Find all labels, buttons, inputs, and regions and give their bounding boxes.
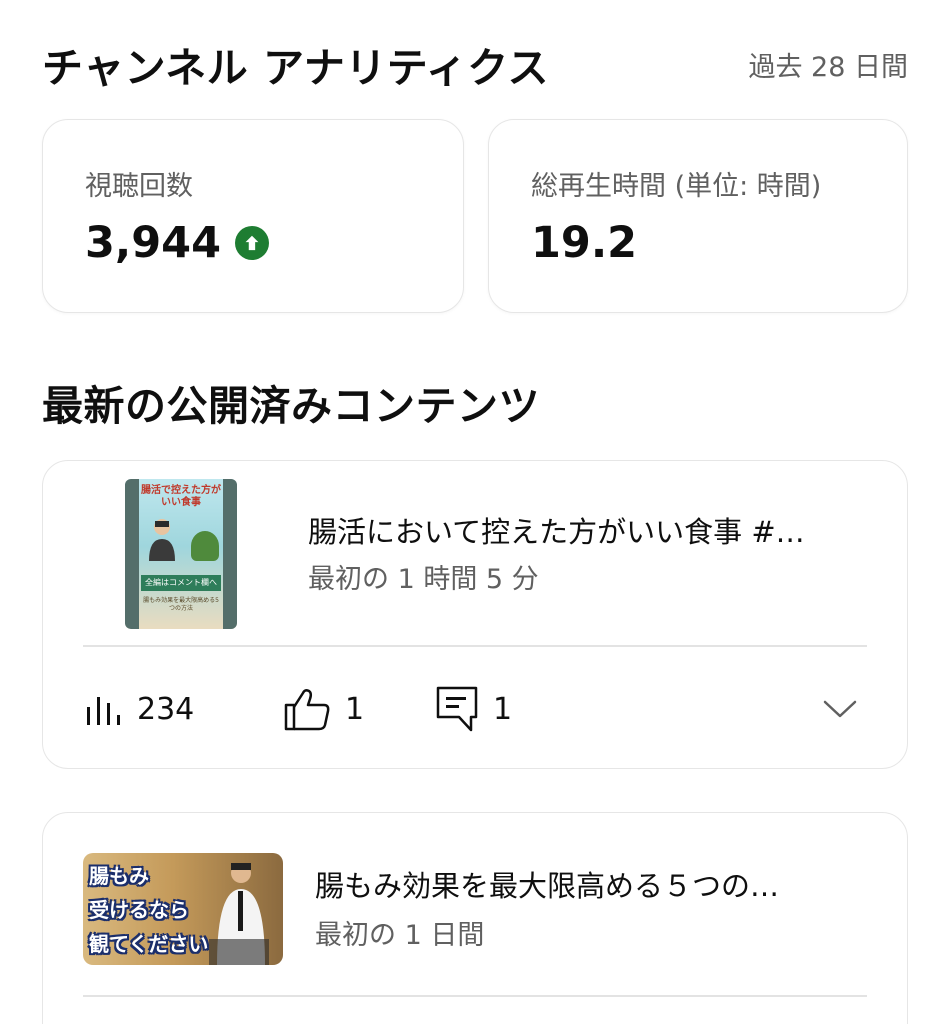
- person-image: [149, 519, 175, 561]
- page-title: チャンネル アナリティクス: [42, 44, 550, 92]
- views-count: 234: [137, 691, 195, 727]
- content-card[interactable]: 腸もみ 受けるなら 観てください 腸もみ効果を最大限高める５つの… 最初の 1 …: [42, 812, 908, 1024]
- latest-content-title: 最新の公開済みコンテンツ: [42, 382, 540, 430]
- thumbnail-banner: 全編はコメント欄へ: [141, 575, 221, 591]
- comment-icon: [436, 686, 478, 732]
- watch-time-stat-label: 総再生時間 (単位: 時間): [531, 171, 822, 202]
- views-stat-card[interactable]: 視聴回数 3,944: [42, 119, 464, 313]
- plant-image: [191, 531, 219, 561]
- thumbnail-headline: 腸もみ 受けるなら 観てください: [89, 864, 209, 956]
- likes-count: 1: [345, 691, 365, 727]
- thumbnail-caption: 腸もみ効果を最大限高める5つの方法: [143, 597, 219, 612]
- video-timeframe: 最初の 1 時間 5 分: [308, 564, 539, 595]
- likes-metric: 1: [283, 687, 435, 731]
- views-stat-value: 3,944: [85, 218, 222, 268]
- video-title[interactable]: 腸もみ効果を最大限高める５つの…: [315, 863, 855, 905]
- comments-metric: 1: [435, 685, 685, 733]
- thumbnail-headline: 腸活で控えた方がいい食事: [141, 485, 221, 508]
- analytics-header: チャンネル アナリティクス 過去 28 日間: [42, 36, 908, 92]
- divider: [83, 645, 867, 647]
- video-timeframe: 最初の 1 日間: [315, 920, 485, 951]
- content-card[interactable]: 腸活で控えた方がいい食事 全編はコメント欄へ 腸もみ効果を最大限高める5つの方法…: [42, 460, 908, 769]
- views-metric: 234: [83, 691, 283, 727]
- comments-count: 1: [493, 691, 513, 727]
- video-title[interactable]: 腸活において控えた方がいい食事 #…: [308, 509, 868, 551]
- chevron-down-icon[interactable]: [823, 699, 857, 719]
- video-thumbnail[interactable]: 腸活で控えた方がいい食事 全編はコメント欄へ 腸もみ効果を最大限高める5つの方法: [125, 479, 237, 629]
- person-image: [209, 863, 269, 965]
- like-icon: [284, 689, 330, 731]
- trend-up-icon: [235, 226, 270, 260]
- video-metrics: 234 1 1: [83, 679, 867, 739]
- watch-time-stat-card[interactable]: 総再生時間 (単位: 時間) 19.2: [488, 119, 908, 313]
- video-thumbnail[interactable]: 腸もみ 受けるなら 観てください: [83, 853, 283, 965]
- divider: [83, 995, 867, 997]
- watch-time-stat-value: 19.2: [531, 218, 638, 268]
- views-stat-label: 視聴回数: [85, 171, 193, 202]
- views-bar-icon: [87, 697, 120, 725]
- period-label: 過去 28 日間: [748, 51, 908, 83]
